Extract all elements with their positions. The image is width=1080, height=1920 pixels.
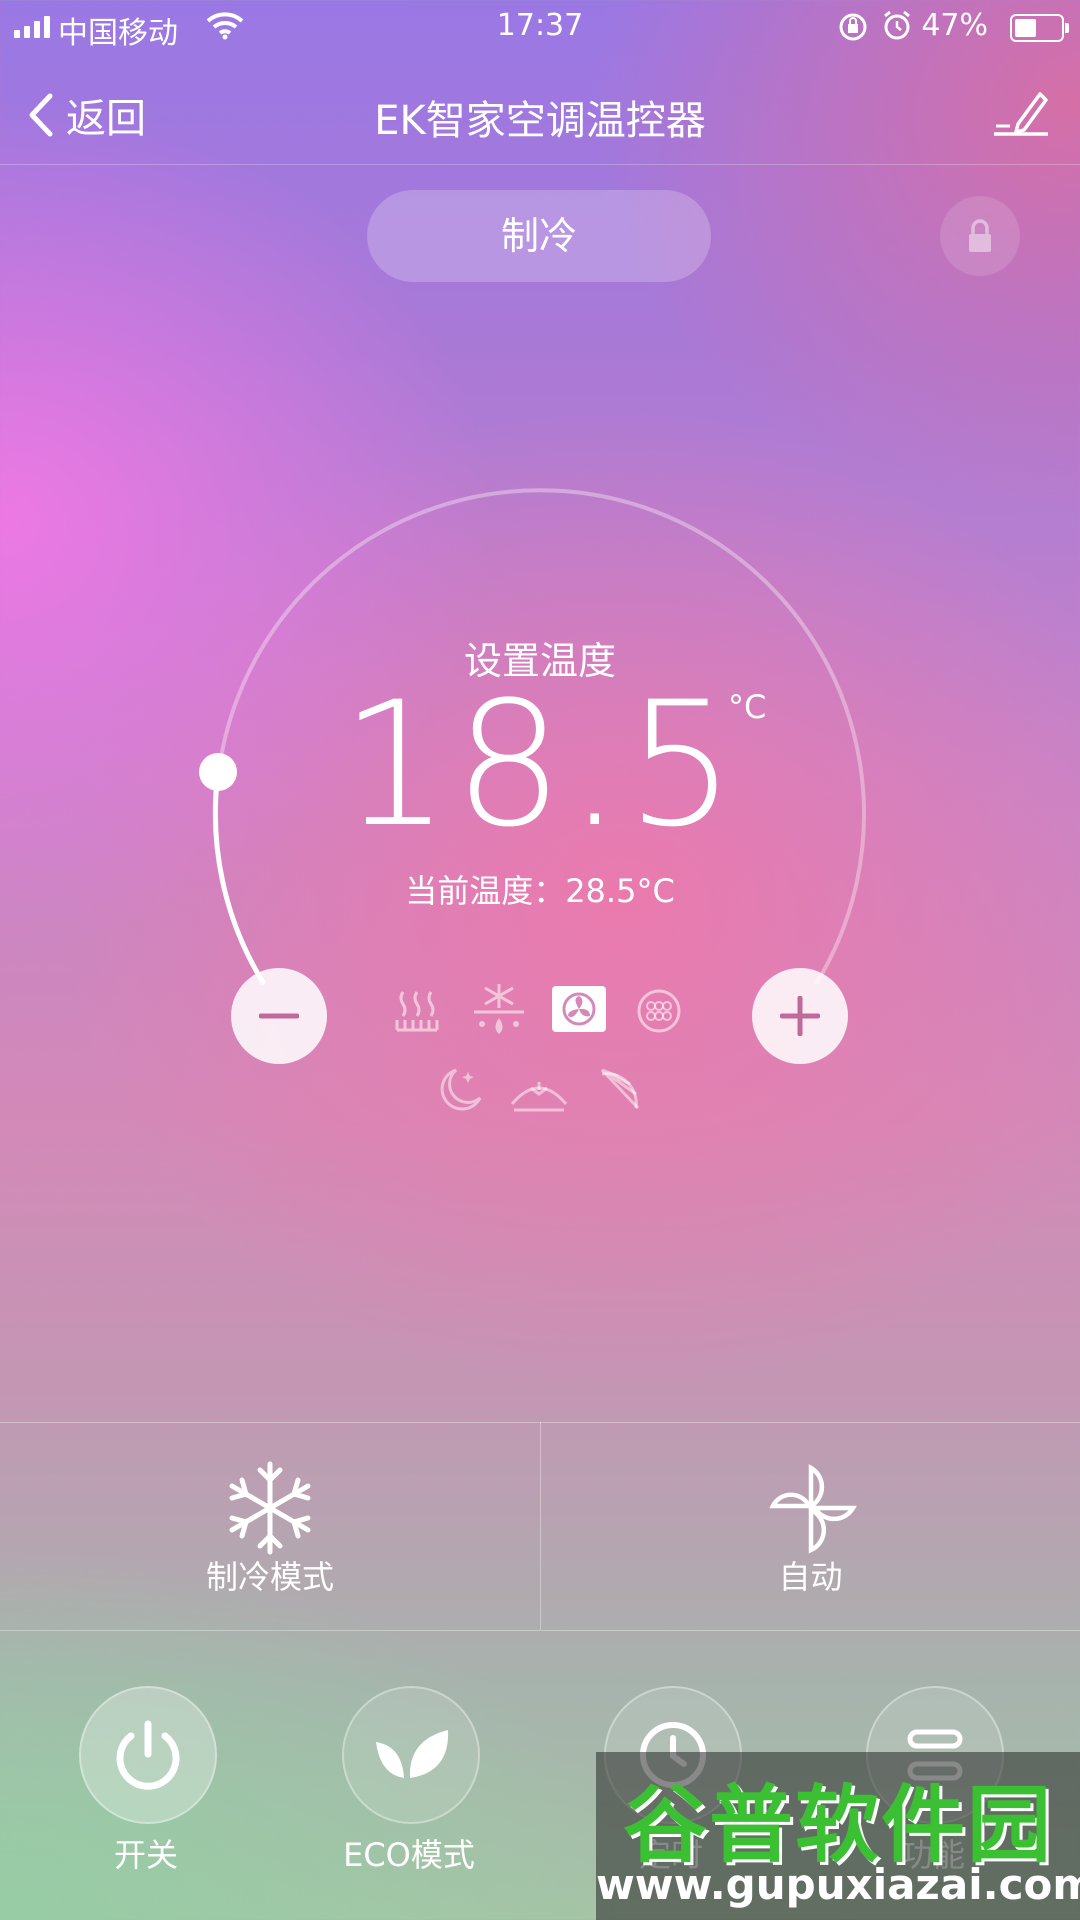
panel-bottom-divider — [0, 1630, 1080, 1631]
rotation-lock-icon — [839, 13, 867, 41]
leaf-icon — [376, 1730, 449, 1778]
sun-icon — [600, 1068, 640, 1110]
watermark: 谷普软件园 www.gupuxiazai.com — [596, 1752, 1080, 1920]
power-icon — [116, 1720, 180, 1790]
alarm-icon — [884, 10, 910, 40]
nav-bar: 返回 EK智家空调温控器 — [0, 64, 1080, 164]
battery-percent: 47% — [921, 8, 988, 43]
nav-divider — [0, 164, 1080, 165]
minus-icon — [259, 1013, 299, 1019]
eco-label: ECO模式 — [343, 1836, 475, 1874]
sleep-icon — [440, 1068, 482, 1111]
temp-unit: °C — [728, 688, 767, 726]
fan-speed-button[interactable]: 自动 — [541, 1422, 1080, 1630]
plus-icon — [780, 996, 820, 1036]
page-title: EK智家空调温控器 — [374, 98, 706, 144]
swing-icon — [510, 1082, 568, 1112]
fan-mode-active[interactable] — [552, 986, 606, 1032]
fan-speed-label: 自动 — [778, 1558, 843, 1596]
watermark-url: www.gupuxiazai.com — [596, 1860, 1080, 1909]
fan-icon — [562, 992, 596, 1026]
eco-button[interactable] — [342, 1686, 480, 1824]
battery-icon — [1010, 14, 1069, 42]
snowflake-icon — [229, 1461, 311, 1555]
cool-dry-icon — [474, 984, 524, 1034]
power-label: 开关 — [113, 1836, 178, 1874]
lock-icon — [969, 219, 991, 252]
mode-select-label: 制冷模式 — [205, 1558, 334, 1596]
heat-icon — [395, 991, 439, 1032]
increase-temp-button[interactable] — [752, 968, 848, 1064]
decrease-temp-button[interactable] — [231, 968, 327, 1064]
edit-icon[interactable] — [992, 86, 1052, 138]
status-time: 17:37 — [496, 8, 584, 43]
mode-select-button[interactable]: 制冷模式 — [0, 1422, 540, 1630]
mode-pill[interactable]: 制冷 — [367, 190, 711, 282]
lock-button[interactable] — [940, 196, 1020, 276]
fan-blade-icon — [769, 1464, 857, 1554]
set-temp-value: 18.5 — [340, 664, 740, 865]
temperature-dial[interactable] — [0, 0, 1080, 1920]
current-temp: 当前温度：28.5°C — [405, 872, 675, 910]
status-bar: 中国移动 17:37 47% — [0, 0, 1080, 56]
filter-icon — [637, 989, 681, 1033]
power-button[interactable] — [79, 1686, 217, 1824]
